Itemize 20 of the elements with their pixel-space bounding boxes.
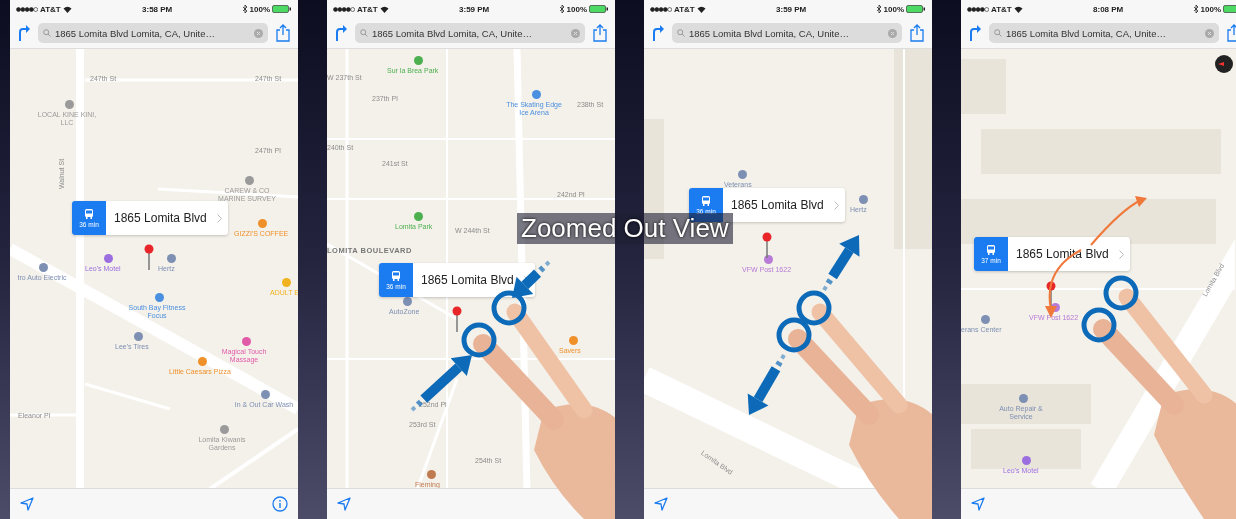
carrier-text: AT&T	[40, 4, 61, 14]
address-title: 1865 Lomita Blvd	[113, 210, 208, 227]
clock-text: 3:59 PM	[459, 4, 490, 14]
battery-text: 100%	[1200, 4, 1221, 14]
address-title: 1865 Lomita Blvd	[730, 197, 825, 214]
clock-text: 3:58 PM	[142, 4, 173, 14]
address-title: 1865 Lomita Blvd	[420, 272, 515, 289]
battery-text: 100%	[566, 4, 587, 14]
carrier-text: AT&T	[674, 4, 695, 14]
search-field[interactable]: 1865 Lomita Blvd Lomita, CA, Unite…	[989, 23, 1219, 43]
battery-text: 100%	[883, 4, 904, 14]
carrier-text: AT&T	[357, 4, 378, 14]
clock-text: 3:59 PM	[776, 4, 807, 14]
search-field[interactable]: 1865 Lomita Blvd Lomita, CA, Unite…	[355, 23, 585, 43]
carrier-text: AT&T	[991, 4, 1012, 14]
caption-text: Zoomed Out View	[517, 213, 733, 244]
clock-text: 8:08 PM	[1093, 4, 1124, 14]
battery-text: 100%	[249, 4, 270, 14]
search-field[interactable]: 1865 Lomita Blvd Lomita, CA, Unite…	[672, 23, 902, 43]
search-field[interactable]: 1865 Lomita Blvd Lomita, CA, Unite…	[38, 23, 268, 43]
